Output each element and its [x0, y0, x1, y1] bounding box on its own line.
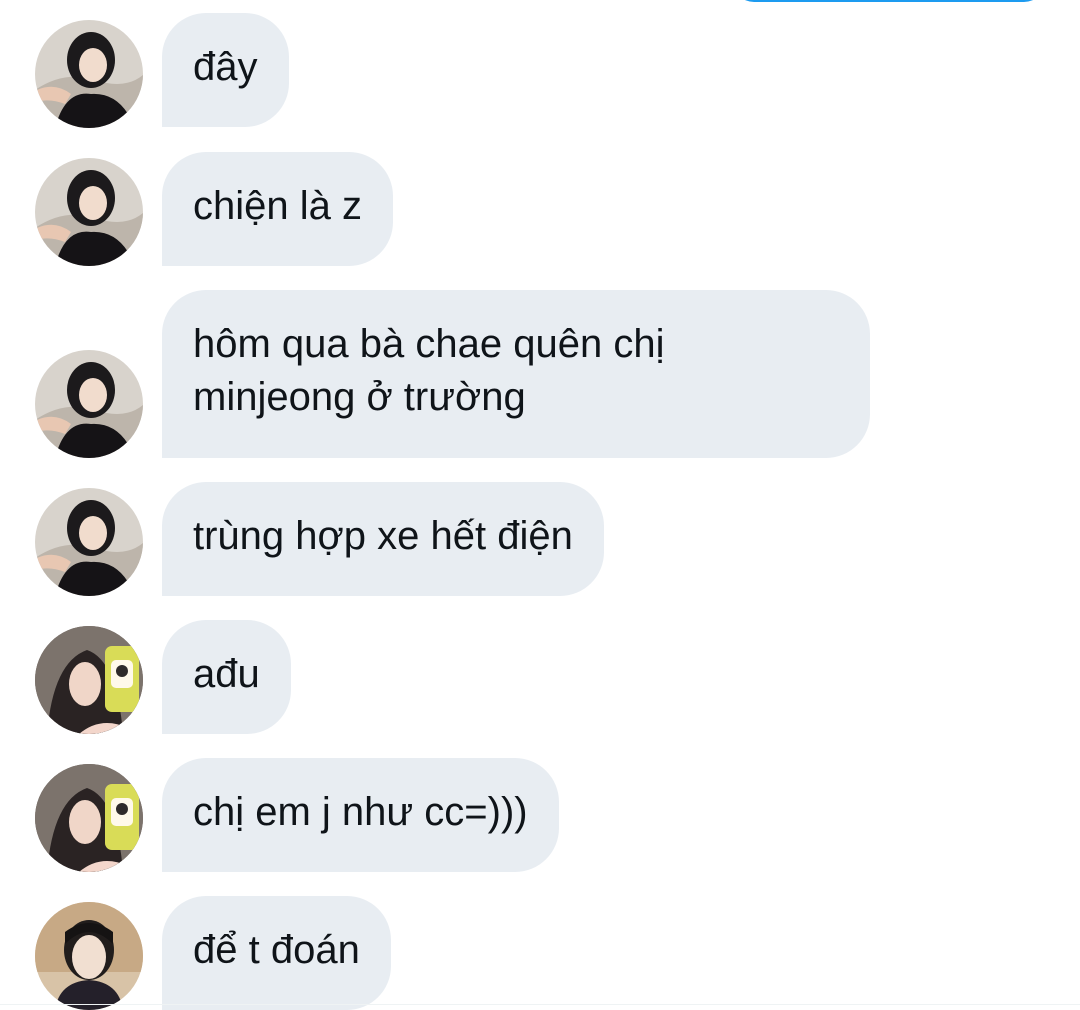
user-avatar-c-icon — [35, 902, 143, 1010]
message-bubble[interactable]: chiện là z — [162, 152, 393, 266]
divider — [0, 1004, 1080, 1005]
message-bubble[interactable]: trùng hợp xe hết điện — [162, 482, 604, 596]
message-bubble[interactable]: chị em j như cc=))) — [162, 758, 559, 872]
avatar[interactable] — [35, 20, 143, 128]
sent-message-bubble[interactable] — [733, 0, 1045, 2]
avatar[interactable] — [35, 764, 143, 872]
avatar[interactable] — [35, 350, 143, 458]
user-avatar-b-icon — [35, 764, 143, 872]
avatar[interactable] — [35, 902, 143, 1010]
avatar[interactable] — [35, 626, 143, 734]
avatar[interactable] — [35, 158, 143, 266]
user-avatar-a-icon — [35, 20, 143, 128]
message-bubble[interactable]: ađu — [162, 620, 291, 734]
user-avatar-a-icon — [35, 488, 143, 596]
message-bubble[interactable]: hôm qua bà chae quên chị minjeong ở trườ… — [162, 290, 870, 458]
message-bubble[interactable]: để t đoán — [162, 896, 391, 1010]
user-avatar-a-icon — [35, 158, 143, 266]
avatar[interactable] — [35, 488, 143, 596]
user-avatar-b-icon — [35, 626, 143, 734]
user-avatar-a-icon — [35, 350, 143, 458]
message-bubble[interactable]: đây — [162, 13, 289, 127]
chat-screen: đây chiện là z hôm qua bà chae quên chị … — [0, 0, 1080, 1010]
